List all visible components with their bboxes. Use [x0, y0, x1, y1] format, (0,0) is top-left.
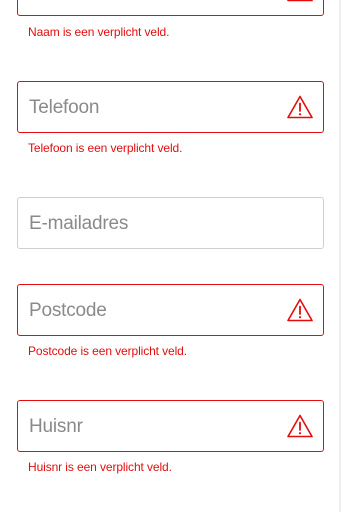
email-placeholder: E-mailadres [29, 213, 129, 234]
telefoon-field[interactable]: Telefoon [17, 81, 324, 133]
warning-triangle-icon [287, 95, 313, 119]
telefoon-placeholder: Telefoon [29, 97, 100, 118]
postcode-error-message: Postcode is een verplicht veld. [28, 344, 187, 358]
postcode-placeholder: Postcode [29, 300, 107, 321]
email-field[interactable]: E-mailadres [17, 197, 324, 249]
huisnr-field[interactable]: Huisnr [17, 400, 324, 452]
naam-error-message: Naam is een verplicht veld. [28, 25, 170, 39]
telefoon-error-message: Telefoon is een verplicht veld. [28, 141, 183, 155]
warning-triangle-icon [287, 298, 313, 322]
huisnr-error-message: Huisnr is een verplicht veld. [28, 460, 172, 474]
warning-triangle-icon [287, 414, 313, 438]
warning-triangle-icon [287, 0, 313, 2]
postcode-field[interactable]: Postcode [17, 284, 324, 336]
huisnr-placeholder: Huisnr [29, 416, 83, 437]
naam-field[interactable] [17, 0, 324, 16]
form-page: Naam is een verplicht veld. Telefoon Tel… [0, 0, 341, 512]
